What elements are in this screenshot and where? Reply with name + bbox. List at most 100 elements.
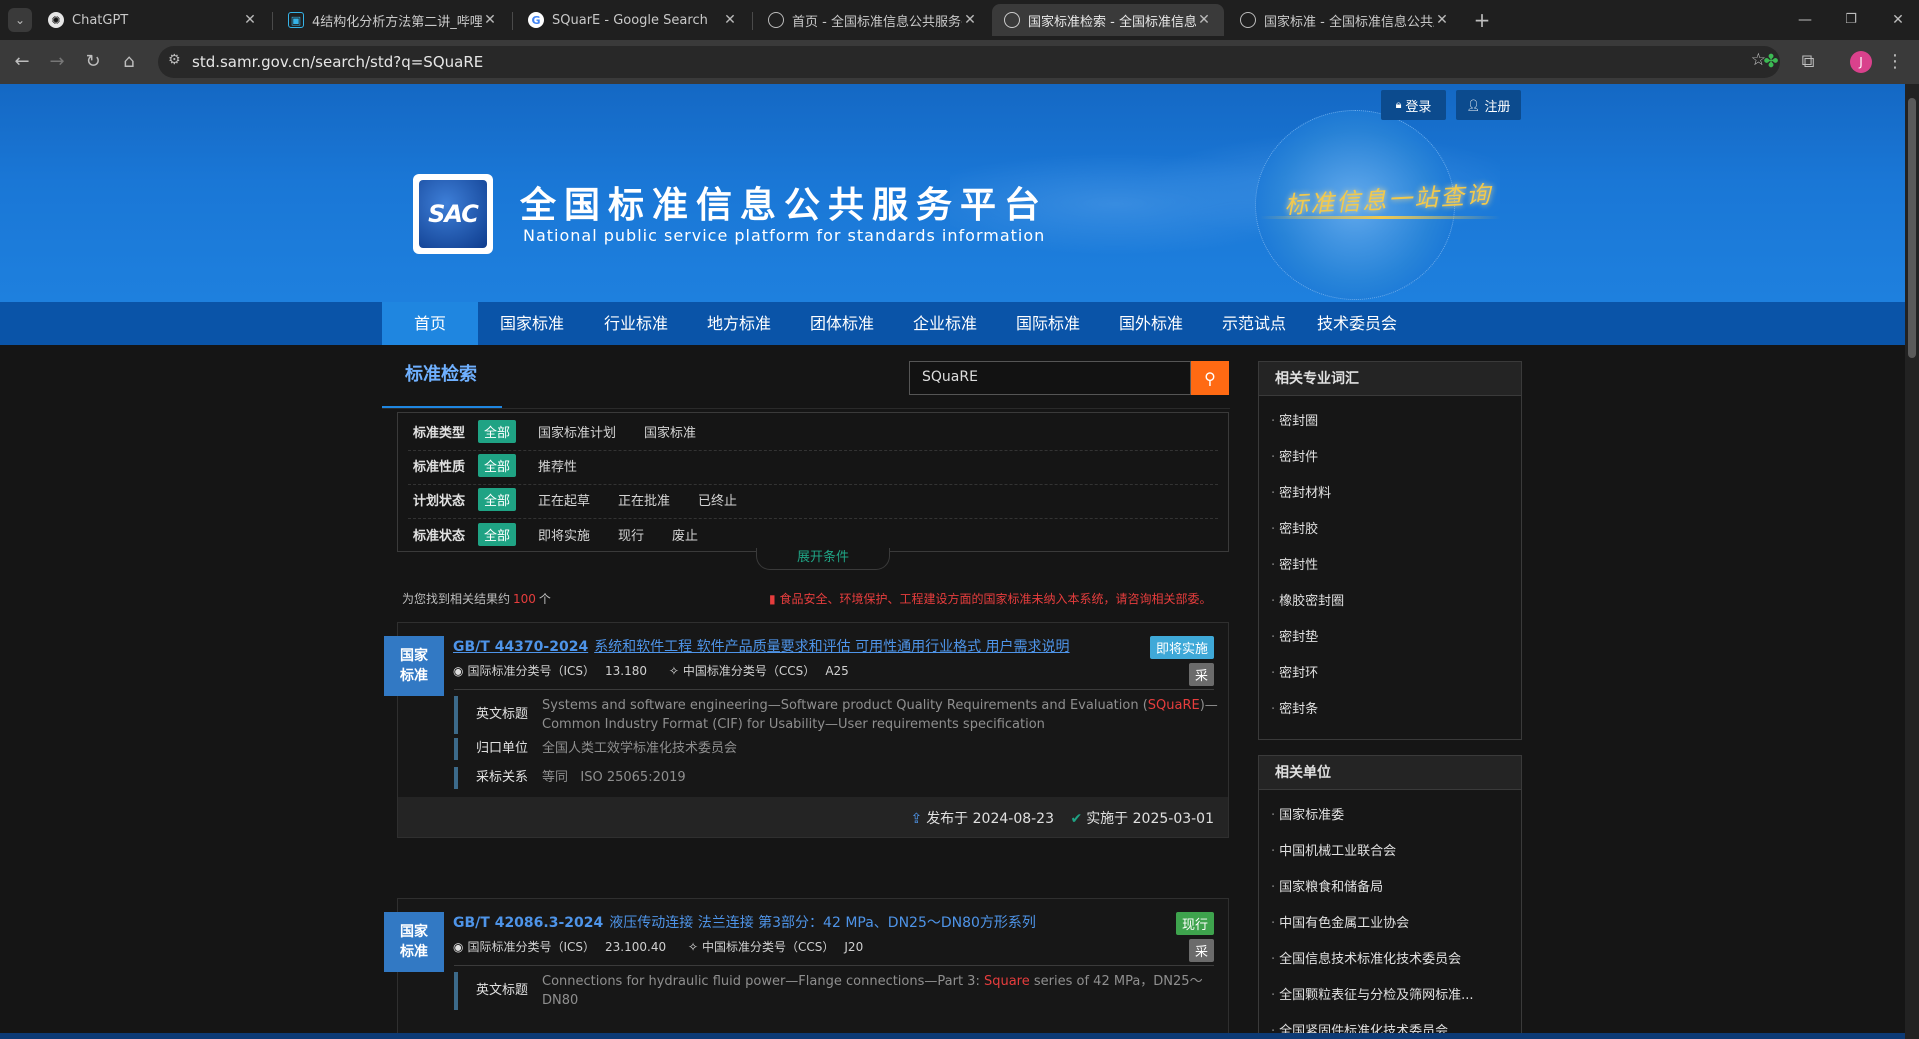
related-unit[interactable]: 国家粮食和储备局 <box>1259 870 1521 906</box>
close-icon[interactable]: ✕ <box>1434 12 1450 28</box>
related-term[interactable]: 密封圈 <box>1259 404 1521 440</box>
filter-option[interactable]: 现行 <box>618 525 644 544</box>
omnibox[interactable]: ⚙ std.samr.gov.cn/search/std?q=SQuaRE ☆ <box>158 46 1780 78</box>
filter-option[interactable]: 全部 <box>478 420 517 443</box>
profile-avatar[interactable]: J <box>1850 51 1872 73</box>
browser-tab-3[interactable]: 首页 - 全国标准信息公共服务平 ✕ <box>756 4 990 36</box>
minimize-icon[interactable]: — <box>1793 8 1817 32</box>
filter-label: 标准状态 <box>413 528 466 544</box>
accent-bar <box>454 696 458 734</box>
related-term[interactable]: 密封条 <box>1259 692 1521 728</box>
related-term[interactable]: 密封性 <box>1259 548 1521 584</box>
browser-tab-0[interactable]: ✺ ChatGPT ✕ <box>36 4 270 36</box>
result-title-link[interactable]: GB/T 42086.3-2024 液压传动连接 法兰连接 第3部分：42 MPa… <box>453 912 1036 932</box>
related-term[interactable]: 密封件 <box>1259 440 1521 476</box>
filter-option[interactable]: 已终止 <box>698 490 737 509</box>
nav-item-national[interactable]: 国家标准 <box>488 302 576 345</box>
filter-label: 计划状态 <box>413 494 466 509</box>
filter-option[interactable]: 废止 <box>672 525 698 544</box>
search-input[interactable]: SQuaRE <box>909 361 1191 395</box>
close-icon[interactable]: ✕ <box>722 12 738 28</box>
notice: ▮ 食品安全、环境保护、工程建设方面的国家标准未纳入本系统，请咨询相关部委。 <box>769 590 1211 607</box>
standard-title: 系统和软件工程 软件产品质量要求和评估 可用性通用行业格式 用户需求说明 <box>594 639 1070 655</box>
extensions-icon[interactable]: ⧉ <box>1796 50 1820 74</box>
classification-row: ◉ 国际标准分类号（ICS） 13.180 ✧ 中国标准分类号（CCS） A25 <box>453 662 867 679</box>
page-scrollbar[interactable] <box>1905 84 1919 1039</box>
type-badge: 国家标准 <box>384 636 444 696</box>
browser-tab-1[interactable]: ▣ 4结构化分析方法第二讲_哔哩哔 ✕ <box>276 4 510 36</box>
browser-tab-5[interactable]: 国家标准 - 全国标准信息公共服 ✕ <box>1228 4 1462 36</box>
browser-tab-strip: ⌄ ✺ ChatGPT ✕ ▣ 4结构化分析方法第二讲_哔哩哔 ✕ G SQua… <box>0 0 1919 40</box>
related-unit[interactable]: 全国信息技术标准化技术委员会 <box>1259 942 1521 978</box>
result-title-link[interactable]: GB/T 44370-2024 系统和软件工程 软件产品质量要求和评估 可用性通用… <box>453 636 1070 656</box>
nav-item-industry[interactable]: 行业标准 <box>592 302 680 345</box>
filter-option[interactable]: 即将实施 <box>538 525 590 544</box>
related-term[interactable]: 橡胶密封圈 <box>1259 584 1521 620</box>
address-bar-row: ← → ↻ ⌂ ⚙ std.samr.gov.cn/search/std?q=S… <box>0 40 1919 84</box>
close-icon[interactable]: ✕ <box>242 12 258 28</box>
published-date: ⇪ 发布于 2024-08-23 <box>910 808 1054 828</box>
globe-icon: ◉ <box>453 664 464 678</box>
close-icon[interactable]: ✕ <box>962 12 978 28</box>
tab-search-icon[interactable]: ⌄ <box>8 8 32 32</box>
detail-en-title: 英文标题 Systems and software engineering—So… <box>454 696 1222 734</box>
filter-option[interactable]: 正在批准 <box>618 490 670 509</box>
register-button[interactable]: 👤︎ 注册 <box>1456 90 1521 120</box>
filter-option[interactable]: 国家标准 <box>644 422 696 441</box>
related-unit[interactable]: 中国有色金属工业协会 <box>1259 906 1521 942</box>
site-info-icon[interactable]: ⚙ <box>168 52 181 68</box>
extension-puzzle-icon[interactable]: ✤ <box>1759 50 1783 74</box>
url-text[interactable]: std.samr.gov.cn/search/std?q=SQuaRE <box>192 53 483 71</box>
home-icon[interactable]: ⌂ <box>117 50 141 74</box>
related-term[interactable]: 密封胶 <box>1259 512 1521 548</box>
nav-item-enterprise[interactable]: 企业标准 <box>901 302 989 345</box>
nav-item-local[interactable]: 地方标准 <box>695 302 783 345</box>
nav-item-demo[interactable]: 示范试点 <box>1210 302 1298 345</box>
close-icon[interactable]: ✕ <box>482 12 498 28</box>
tab-title: 首页 - 全国标准信息公共服务平 <box>792 14 962 30</box>
related-unit[interactable]: 全国颗粒表征与分检及筛网标准... <box>1259 978 1521 1014</box>
new-tab-button[interactable]: + <box>1470 8 1494 32</box>
reload-icon[interactable]: ↻ <box>81 50 105 74</box>
globe-icon <box>1004 12 1020 28</box>
search-button[interactable]: ⚲ <box>1191 361 1229 395</box>
restore-icon[interactable]: ❐ <box>1839 8 1863 32</box>
login-label: 登录 <box>1405 99 1432 115</box>
menu-kebab-icon[interactable]: ⋮ <box>1883 50 1907 74</box>
filter-option[interactable]: 国家标准计划 <box>538 422 616 441</box>
related-term[interactable]: 密封垫 <box>1259 620 1521 656</box>
scrollbar-thumb[interactable] <box>1908 98 1916 358</box>
back-icon[interactable]: ← <box>10 50 34 74</box>
forward-icon[interactable]: → <box>45 50 69 74</box>
compass-icon: ✧ <box>668 664 679 678</box>
related-term[interactable]: 密封环 <box>1259 656 1521 692</box>
browser-tab-2[interactable]: G SQuarE - Google Search ✕ <box>516 4 750 36</box>
filter-option[interactable]: 全部 <box>478 454 517 477</box>
close-window-icon[interactable]: ✕ <box>1886 8 1910 32</box>
filter-option[interactable]: 正在起草 <box>538 490 590 509</box>
nav-item-group[interactable]: 团体标准 <box>798 302 886 345</box>
nav-item-home[interactable]: 首页 <box>382 302 478 345</box>
nav-item-committee[interactable]: 技术委员会 <box>1313 302 1401 345</box>
related-unit[interactable]: 中国机械工业联合会 <box>1259 834 1521 870</box>
tab-standard-search[interactable]: 标准检索 <box>382 362 502 408</box>
close-icon[interactable]: ✕ <box>1196 12 1212 28</box>
detail-value: 等同 ISO 25065:2019 <box>542 770 686 785</box>
filter-row-plan-status: 计划状态 全部 正在起草 正在批准 已终止 <box>408 481 1218 519</box>
implemented-date: ✔ 实施于 2025-03-01 <box>1070 808 1214 828</box>
filter-option[interactable]: 全部 <box>478 522 517 546</box>
login-button[interactable]: 🔒︎ 登录 <box>1381 90 1446 120</box>
filter-label: 标准类型 <box>413 426 466 441</box>
standard-code: GB/T 42086.3-2024 <box>453 915 604 931</box>
expand-conditions-button[interactable]: 展开条件 <box>756 548 890 570</box>
related-term[interactable]: 密封材料 <box>1259 476 1521 512</box>
filter-option[interactable]: 全部 <box>478 488 517 511</box>
ics-value: 23.100.40 <box>605 940 667 954</box>
nav-item-international[interactable]: 国际标准 <box>1004 302 1092 345</box>
related-unit[interactable]: 国家标准委 <box>1259 798 1521 834</box>
browser-tab-4[interactable]: 国家标准检索 - 全国标准信息公 ✕ <box>992 4 1224 36</box>
filter-option[interactable]: 推荐性 <box>538 456 577 475</box>
sac-logo[interactable]: SAC <box>413 174 493 254</box>
site-subtitle: National public service platform for sta… <box>523 226 1046 245</box>
nav-item-foreign[interactable]: 国外标准 <box>1107 302 1195 345</box>
